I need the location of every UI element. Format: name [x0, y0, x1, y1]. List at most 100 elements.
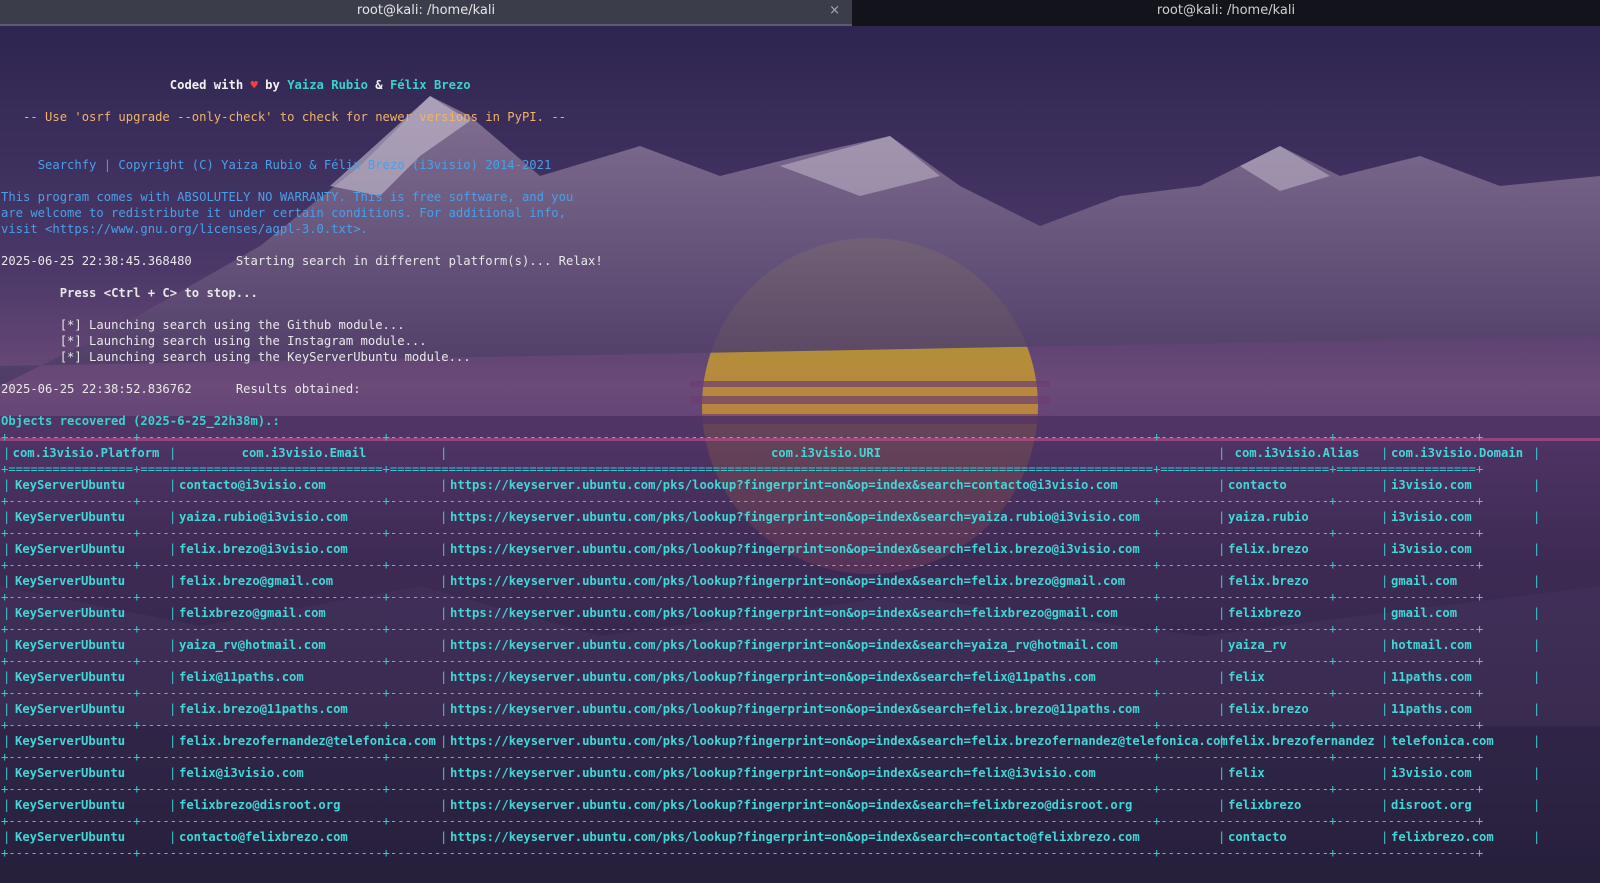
license-line-2: are welcome to redistribute it under cer…	[1, 206, 566, 220]
table-border: |	[1533, 542, 1541, 556]
table-row-separator: +-----------------+---------------------…	[1, 622, 1484, 636]
close-icon[interactable]: ×	[829, 0, 840, 22]
table-row: | | | | | | KeyServerUbuntu felixbrezo@gmail.co…	[0, 605, 1600, 621]
table-border: |	[1381, 510, 1389, 524]
table-border: |	[169, 798, 177, 812]
table-cell: KeyServerUbuntu	[15, 766, 126, 780]
objects-heading: Objects recovered (2025-6-25_22h38m).:	[1, 414, 280, 428]
table-row: | | | | | | KeyServerUbuntu yaiza.rubio@i3visio…	[0, 509, 1600, 525]
table-border: |	[169, 734, 177, 748]
table-border: |	[1381, 830, 1389, 844]
table-border: |	[3, 798, 11, 812]
table-border: |	[1381, 702, 1389, 716]
copyright-line: Searchfy | Copyright (C) Yaiza Rubio & F…	[37, 158, 552, 172]
tab-terminal-2[interactable]: root@kali: /home/kali	[852, 0, 1600, 24]
table-border: |	[1533, 766, 1541, 780]
tab-title: root@kali: /home/kali	[356, 3, 496, 18]
table-border: |	[440, 830, 448, 844]
table-border: |	[1381, 542, 1389, 556]
table-border: |	[440, 798, 448, 812]
table-cell: KeyServerUbuntu	[15, 478, 126, 492]
table-cell[interactable]: https://keyserver.ubuntu.com/pks/lookup?…	[450, 829, 1140, 845]
table-border: |	[440, 766, 448, 780]
table-cell: yaiza.rubio@i3visio.com	[179, 510, 348, 524]
terminal-output[interactable]: Coded with ♥ by Yaiza Rubio & Félix Brez…	[0, 26, 1600, 883]
tab-terminal-1[interactable]: root@kali: /home/kali ×	[0, 0, 852, 26]
table-cell: gmail.com	[1391, 574, 1458, 588]
table-cell: KeyServerUbuntu	[15, 510, 126, 524]
table-cell[interactable]: https://keyserver.ubuntu.com/pks/lookup?…	[450, 701, 1140, 717]
table-border: |	[1381, 606, 1389, 620]
table-border: |	[1381, 446, 1389, 460]
table-cell: contacto	[1228, 478, 1287, 492]
table-border: |	[1533, 830, 1541, 844]
table-border: |	[1218, 574, 1226, 588]
table-cell: KeyServerUbuntu	[15, 606, 126, 620]
table-cell: 11paths.com	[1391, 670, 1472, 684]
table-cell: yaiza_rv	[1228, 638, 1287, 652]
launch-line-keyserver: [*] Launching search using the KeyServer…	[59, 350, 471, 364]
column-header: com.i3visio.URI	[770, 446, 882, 460]
table-cell: felix.brezo	[1228, 574, 1309, 588]
table-row-separator: +-----------------+---------------------…	[1, 590, 1484, 604]
table-border: |	[1533, 670, 1541, 684]
table-border: |	[3, 510, 11, 524]
table-cell: yaiza.rubio	[1228, 510, 1309, 524]
table-cell[interactable]: https://keyserver.ubuntu.com/pks/lookup?…	[450, 637, 1118, 653]
table-row: | | | | | | KeyServerUbuntu contacto@felixbrezo…	[0, 829, 1600, 845]
table-border: |	[3, 766, 11, 780]
table-border: |	[3, 478, 11, 492]
table-border: |	[440, 670, 448, 684]
table-cell[interactable]: https://keyserver.ubuntu.com/pks/lookup?…	[450, 509, 1140, 525]
table-border: |	[1533, 606, 1541, 620]
table-border: |	[3, 638, 11, 652]
table-border: |	[1533, 798, 1541, 812]
table-cell: felix	[1228, 670, 1265, 684]
author-felix: Félix Brezo	[389, 78, 471, 92]
table-border: |	[169, 510, 177, 524]
table-border: |	[169, 766, 177, 780]
start-log-line: 2025-06-25 22:38:45.368480 Starting sear…	[1, 254, 603, 268]
table-row-separator: +-----------------+---------------------…	[1, 846, 1484, 860]
table-border: |	[169, 446, 177, 460]
table-border: |	[1218, 638, 1226, 652]
column-header: com.i3visio.Platform	[12, 446, 160, 460]
column-header: com.i3visio.Alias	[1234, 446, 1360, 460]
table-row: | | | | | | KeyServerUbuntu felix.brezo@11paths…	[0, 701, 1600, 717]
table-cell[interactable]: https://keyserver.ubuntu.com/pks/lookup?…	[450, 573, 1125, 589]
table-row: | | | | | | KeyServerUbuntu yaiza_rv@hotmail.co…	[0, 637, 1600, 653]
table-border: |	[1218, 542, 1226, 556]
table-cell[interactable]: https://keyserver.ubuntu.com/pks/lookup?…	[450, 477, 1118, 493]
table-cell: KeyServerUbuntu	[15, 702, 126, 716]
column-header: com.i3visio.Email	[241, 446, 367, 460]
table-row: | | | | | | KeyServerUbuntu felix.brezofernande…	[0, 733, 1600, 749]
table-cell[interactable]: https://keyserver.ubuntu.com/pks/lookup?…	[450, 765, 1096, 781]
table-cell: felix.brezofernandez@telefonica.com	[179, 734, 436, 748]
table-header-row: | | | | | | com.i3visio.Platform com.i3visio.Em…	[0, 445, 1600, 461]
table-border: |	[1218, 798, 1226, 812]
table-cell[interactable]: https://keyserver.ubuntu.com/pks/lookup?…	[450, 541, 1140, 557]
table-row: | | | | | | KeyServerUbuntu felix@11paths.com ht…	[0, 669, 1600, 685]
stop-hint: Press <Ctrl + C> to stop...	[59, 286, 258, 300]
heart-icon: ♥	[250, 78, 258, 92]
table-border: |	[1381, 766, 1389, 780]
credits-line: Coded with ♥ by Yaiza Rubio & Félix Brez…	[169, 78, 471, 92]
table-cell: felix.brezo@11paths.com	[179, 702, 348, 716]
tab-bar: root@kali: /home/kali × root@kali: /home…	[0, 0, 1600, 26]
table-cell: felix@11paths.com	[179, 670, 304, 684]
table-border: |	[1218, 510, 1226, 524]
table-cell: i3visio.com	[1391, 766, 1472, 780]
table-cell[interactable]: https://keyserver.ubuntu.com/pks/lookup?…	[450, 733, 1228, 749]
table-cell[interactable]: https://keyserver.ubuntu.com/pks/lookup?…	[450, 669, 1096, 685]
table-cell: KeyServerUbuntu	[15, 830, 126, 844]
table-border: |	[169, 702, 177, 716]
table-cell: i3visio.com	[1391, 542, 1472, 556]
table-cell[interactable]: https://keyserver.ubuntu.com/pks/lookup?…	[450, 797, 1132, 813]
table-top-border: +-----------------+---------------------…	[1, 430, 1484, 444]
table-cell: i3visio.com	[1391, 510, 1472, 524]
table-cell: disroot.org	[1391, 798, 1472, 812]
table-border: |	[440, 606, 448, 620]
table-border: |	[169, 606, 177, 620]
table-border: |	[3, 606, 11, 620]
table-cell[interactable]: https://keyserver.ubuntu.com/pks/lookup?…	[450, 605, 1118, 621]
